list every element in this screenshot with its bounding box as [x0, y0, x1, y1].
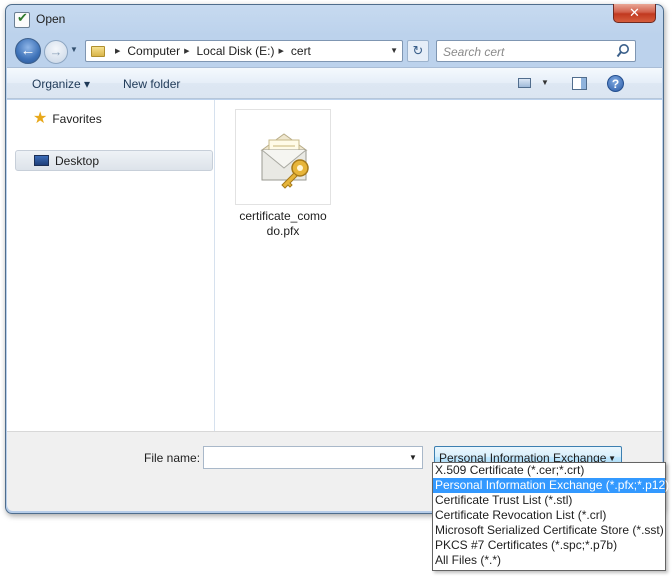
view-options-chevron-icon[interactable]: ▼: [541, 78, 549, 87]
navigation-row: ← → ▼ ▶ Computer ▶ Local Disk (E:) ▶ cer…: [6, 35, 663, 67]
nav-item-desktop[interactable]: Desktop: [15, 150, 213, 171]
nav-item-label: Desktop: [55, 153, 100, 168]
breadcrumb-cert[interactable]: cert: [291, 44, 311, 58]
breadcrumb-computer[interactable]: Computer: [127, 44, 180, 58]
desktop-icon: [34, 155, 49, 166]
nav-item-favorites[interactable]: ★ Favorites: [15, 109, 102, 129]
file-type-option[interactable]: X.509 Certificate (*.cer;*.crt): [433, 463, 665, 478]
search-input[interactable]: Search cert: [443, 45, 504, 59]
file-list-pane: certificate_como do.pfx: [216, 100, 662, 431]
navigation-pane: ★ Favorites Desktop: [7, 100, 215, 431]
help-icon[interactable]: ?: [607, 75, 624, 92]
back-button[interactable]: ←: [15, 38, 41, 64]
file-type-option[interactable]: Certificate Revocation List (*.crl): [433, 508, 665, 523]
file-type-option-selected[interactable]: Personal Information Exchange (*.pfx;*.p…: [433, 478, 669, 493]
file-item[interactable]: certificate_como do.pfx: [234, 109, 332, 239]
search-icon[interactable]: [616, 43, 630, 59]
preview-pane-icon[interactable]: [572, 77, 587, 90]
new-folder-button[interactable]: New folder: [123, 77, 180, 91]
folder-icon: [91, 45, 105, 57]
title-bar[interactable]: ✔ Open ✕: [6, 4, 663, 35]
file-type-option[interactable]: Certificate Trust List (*.stl): [433, 493, 665, 508]
command-bar: Organize ▾ New folder ▼ ?: [7, 67, 662, 99]
certificate-envelope-icon: [260, 133, 309, 189]
file-type-option[interactable]: PKCS #7 Certificates (*.spc;*.p7b): [433, 538, 665, 553]
search-box[interactable]: Search cert: [436, 40, 636, 62]
breadcrumb-separator-icon[interactable]: ▶: [279, 47, 284, 55]
address-dropdown-icon[interactable]: ▼: [390, 46, 398, 55]
organize-button[interactable]: Organize ▾: [32, 77, 90, 91]
open-dialog-window: ✔ Open ✕ ← → ▼ ▶ Computer ▶ Local Disk (…: [5, 4, 664, 514]
breadcrumb-separator-icon[interactable]: ▶: [115, 47, 120, 55]
file-name-line: do.pfx: [266, 224, 300, 238]
forward-button[interactable]: →: [44, 40, 68, 64]
dialog-app-icon: ✔: [14, 10, 30, 28]
file-type-option[interactable]: All Files (*.*): [433, 553, 665, 568]
close-button[interactable]: ✕: [613, 4, 656, 23]
change-view-icon[interactable]: [518, 78, 531, 88]
file-type-dropdown-list: X.509 Certificate (*.cer;*.crt) Personal…: [432, 462, 669, 571]
refresh-button[interactable]: ↻: [407, 40, 429, 62]
address-bar[interactable]: ▶ Computer ▶ Local Disk (E:) ▶ cert ▼: [85, 40, 403, 62]
file-name-line: certificate_como: [239, 209, 327, 223]
file-name-input[interactable]: [203, 446, 423, 469]
file-item-label: certificate_como do.pfx: [234, 209, 332, 239]
file-type-option[interactable]: Microsoft Serialized Certificate Store (…: [433, 523, 665, 538]
certificate-file-thumbnail: [235, 109, 331, 205]
star-icon: ★: [33, 110, 48, 127]
recent-locations-chevron-icon[interactable]: ▼: [70, 45, 78, 54]
breadcrumb-local-disk[interactable]: Local Disk (E:): [196, 44, 274, 58]
dialog-body: ★ Favorites Desktop certificate_como do.…: [7, 100, 662, 431]
window-title: Open: [36, 12, 66, 26]
breadcrumb-separator-icon[interactable]: ▶: [184, 47, 189, 55]
nav-item-label: Favorites: [52, 112, 102, 126]
file-name-label: File name:: [144, 451, 201, 465]
